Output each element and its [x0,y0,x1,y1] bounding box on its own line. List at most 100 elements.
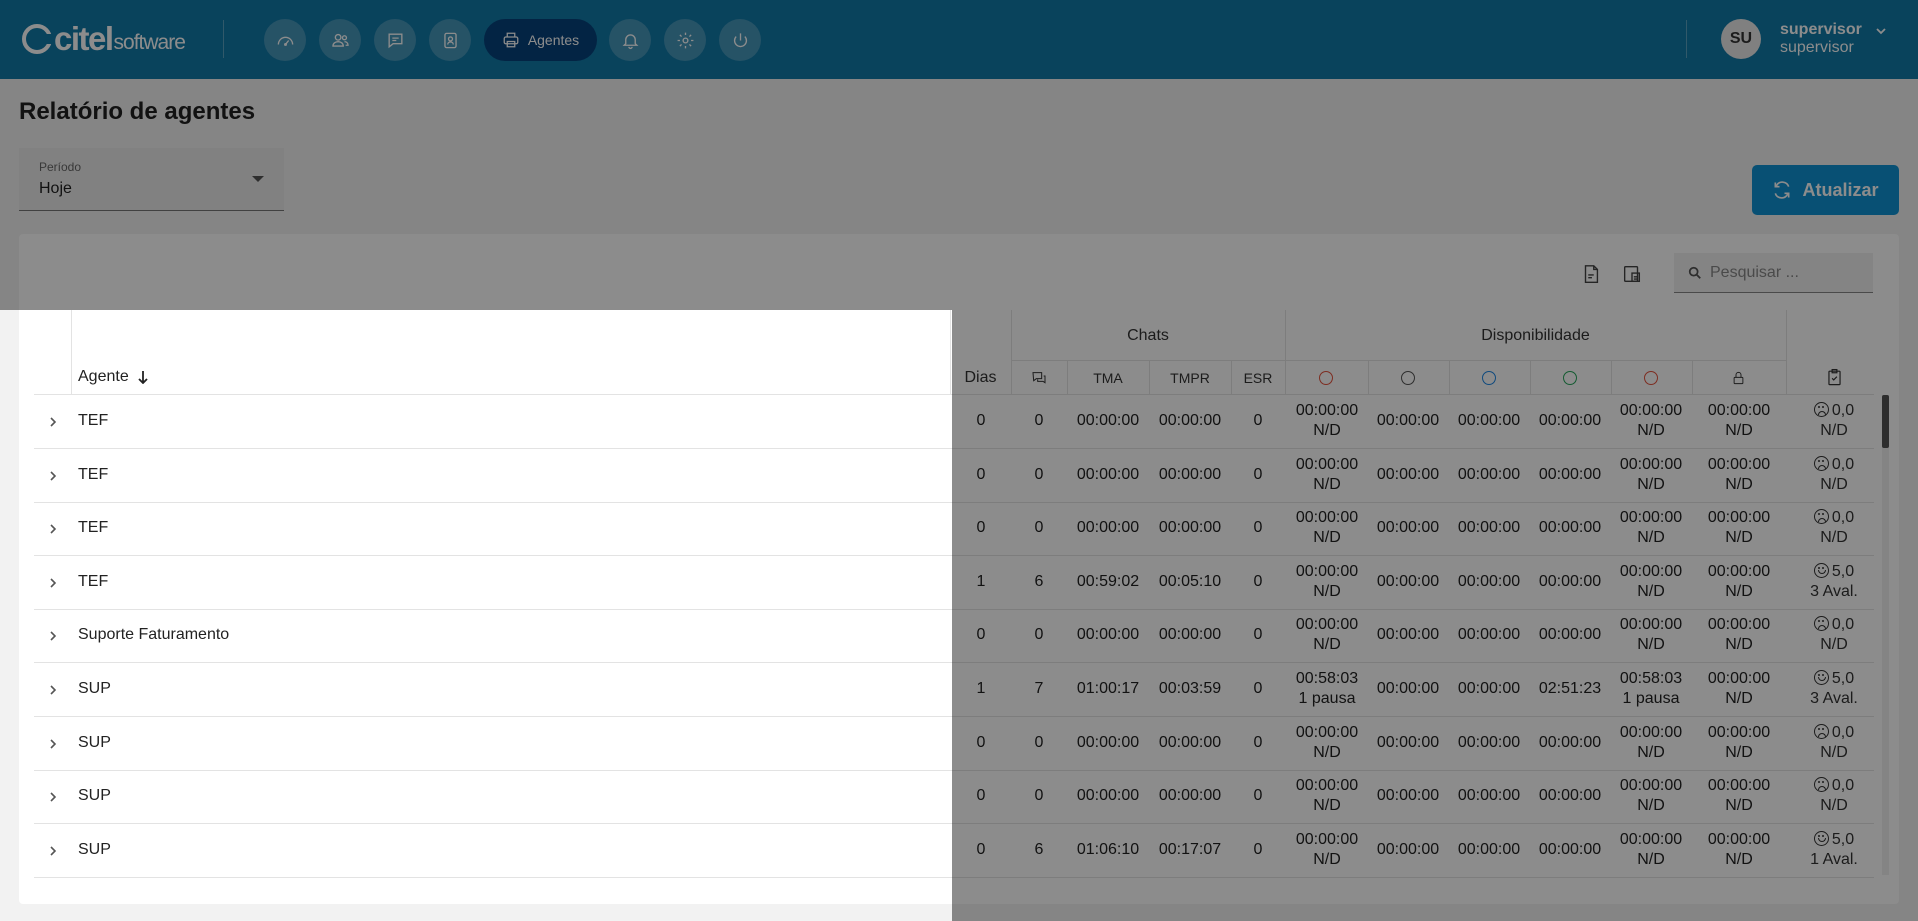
cell-a4: 00:00:00 [1538,733,1602,751]
cell-tma: 01:06:10 [1076,840,1140,858]
cell-value: 00:00:00 [1295,830,1359,848]
nav-agents-button[interactable]: Agentes [484,19,597,61]
scrollbar-track[interactable] [1882,395,1889,875]
cell-value: 00:00:00 [1295,402,1359,419]
rating-count: N/D [1820,743,1848,761]
export-pdf-icon[interactable] [1580,263,1602,285]
period-value: Hoje [39,180,72,197]
rating-count: N/D [1820,529,1848,547]
chevron-right-icon[interactable] [48,576,58,588]
cell-a5: 00:00:00 N/D [1610,830,1692,870]
cell-tma: 00:00:00 [1076,412,1140,429]
cell-subvalue: N/D [1313,582,1341,600]
search-input[interactable] [1710,263,1860,282]
cell-tmpr: 00:00:00 [1158,519,1222,537]
user-menu-chevron-down-icon[interactable] [1874,24,1888,38]
user-name[interactable]: supervisor [1780,21,1862,39]
cell-subvalue: N/D [1725,582,1753,600]
nav-notifications-button[interactable] [609,19,651,61]
cell-lock: 00:00:00 N/D [1698,401,1780,441]
rating-score: 0,0 [1831,402,1855,419]
cell-chats: 0 [1034,412,1044,429]
cell-a5: 00:00:00 N/D [1610,615,1692,655]
lock-icon [1733,371,1744,385]
cell-a1: 00:00:00 N/D [1286,615,1368,655]
cell-tma: 00:00:00 [1076,465,1140,483]
cell-a2: 00:00:00 [1376,519,1440,537]
tma-column-header[interactable]: TMA [1067,370,1149,386]
search-box[interactable] [1674,253,1873,293]
citel-logo[interactable]: citel software [22,20,186,58]
rating-count: 1 Aval. [1810,850,1858,868]
cell-a2: 00:00:00 [1376,680,1440,697]
agent-column-header[interactable]: Agente [78,368,149,386]
header-col-divider [1786,310,1787,394]
chats-count-header[interactable] [1031,370,1047,391]
export-spreadsheet-icon[interactable] [1621,263,1643,285]
cell-subvalue: N/D [1313,422,1341,439]
cell-value: 00:00:00 [1295,455,1359,473]
chevron-right-icon[interactable] [48,844,58,856]
rating-count: N/D [1820,422,1848,439]
table-row[interactable]: Suporte Faturamento 0 0 00:00:00 00:00:00 0 00… [34,609,1874,662]
evaluation-column-header[interactable] [1825,367,1844,393]
cell-value: 00:00:00 [1707,723,1771,741]
sad-face-icon [1813,509,1829,525]
nav-contacts-button[interactable] [429,19,471,61]
cell-subvalue: N/D [1725,797,1753,815]
subcol-divider [1611,361,1612,394]
chevron-right-icon[interactable] [48,415,58,427]
cell-subvalue: N/D [1637,850,1665,868]
chevron-right-icon[interactable] [48,522,58,534]
rating-score: 5,0 [1831,830,1855,848]
period-select[interactable]: Período Hoje [19,148,284,211]
chevron-right-icon[interactable] [48,790,58,802]
cell-lock: 00:00:00 N/D [1698,830,1780,870]
table-row[interactable]: TEF 1 6 00:59:02 00:05:10 0 00:00:00 N/D 00:00:0… [34,556,1874,609]
cell-subvalue: N/D [1725,743,1753,761]
table-row[interactable]: SUP 1 7 01:00:17 00:03:59 0 00:58:03 1 pausa 00:… [34,663,1874,716]
nav-settings-button[interactable] [664,19,706,61]
gear-icon [677,32,693,48]
table-row[interactable]: TEF 0 0 00:00:00 00:00:00 0 00:00:00 N/D 00:00:0… [34,449,1874,502]
cell-value: 00:00:00 [1707,830,1771,848]
table-row[interactable]: SUP 0 6 01:06:10 00:17:07 0 00:00:00 N/D 00:00:0… [34,824,1874,877]
agent-name: SUP [78,840,111,858]
table-row[interactable]: SUP 0 0 00:00:00 00:00:00 0 00:00:00 N/D 00:00:0… [34,717,1874,770]
lock-column-header[interactable] [1731,370,1746,391]
cell-a3: 00:00:00 [1457,626,1521,644]
cell-subvalue: 1 pausa [1622,690,1680,707]
sad-face-icon [1813,777,1829,793]
nav-dashboard-button[interactable] [264,19,306,61]
users-icon [331,33,349,47]
nav-logout-button[interactable] [719,19,761,61]
nav-chat-button[interactable] [374,19,416,61]
refresh-button[interactable]: Atualizar [1752,165,1899,215]
chevron-right-icon[interactable] [48,737,58,749]
scrollbar-thumb[interactable] [1882,395,1889,448]
esr-column-header[interactable]: ESR [1231,370,1285,386]
cell-subvalue: N/D [1637,582,1665,600]
avatar[interactable]: SU [1721,19,1761,59]
table-row[interactable]: SUP 0 0 00:00:00 00:00:00 0 00:00:00 N/D 00:00:0… [34,770,1874,823]
logo-mark-icon [22,24,53,54]
tmpr-column-header[interactable]: TMPR [1149,370,1231,386]
cell-a4: 00:00:00 [1538,465,1602,483]
table-row[interactable]: TEF 0 0 00:00:00 00:00:00 0 00:00:00 N/D 00:00:0… [34,502,1874,555]
cell-subvalue: N/D [1313,475,1341,493]
smile-face-icon [1813,670,1829,685]
chevron-right-icon[interactable] [48,469,58,481]
bell-icon [622,33,638,49]
table-row[interactable]: TEF 0 0 00:00:00 00:00:00 0 00:00:00 N/D 00:00:0… [34,395,1874,448]
cell-value: 00:00:00 [1619,830,1683,848]
nav-users-button[interactable] [319,19,361,61]
header-group-divider [1011,360,1786,361]
status-idle-icon [1401,371,1415,385]
chevron-right-icon[interactable] [48,629,58,641]
cell-value: 00:00:00 [1619,455,1683,473]
chevron-right-icon[interactable] [48,683,58,695]
days-column-header[interactable]: Dias [950,369,1011,387]
cell-a5: 00:00:00 N/D [1610,776,1692,816]
rating-score: 0,0 [1831,777,1855,795]
rating-score: 0,0 [1831,509,1855,527]
